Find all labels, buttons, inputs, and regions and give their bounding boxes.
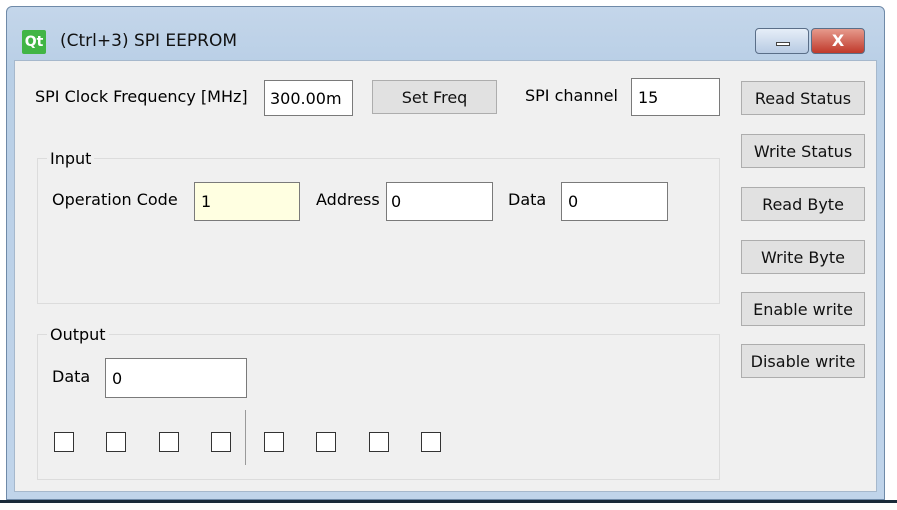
- address-label: Address: [316, 190, 380, 209]
- bit-checkbox-1[interactable]: [369, 432, 389, 452]
- bit-checkbox-0[interactable]: [421, 432, 441, 452]
- input-data-input[interactable]: 0: [561, 182, 668, 221]
- output-group: [37, 334, 720, 480]
- enable-write-button[interactable]: Enable write: [741, 292, 865, 326]
- minimize-button[interactable]: [755, 28, 809, 54]
- qt-logo-icon: Qt: [22, 30, 46, 54]
- close-button[interactable]: X: [811, 28, 865, 54]
- input-group: [37, 158, 720, 304]
- bit-checkbox-4[interactable]: [211, 432, 231, 452]
- spi-channel-label: SPI channel: [525, 86, 618, 105]
- input-group-title: Input: [47, 149, 95, 168]
- bit-checkbox-3[interactable]: [264, 432, 284, 452]
- output-group-title: Output: [47, 325, 109, 344]
- output-data-label: Data: [52, 367, 91, 386]
- read-status-button[interactable]: Read Status: [741, 81, 865, 115]
- nibble-separator: [245, 410, 246, 465]
- write-byte-button[interactable]: Write Byte: [741, 240, 865, 274]
- window-title: (Ctrl+3) SPI EEPROM: [60, 31, 238, 51]
- minimize-icon: [776, 42, 790, 46]
- read-byte-button[interactable]: Read Byte: [741, 187, 865, 221]
- disable-write-button[interactable]: Disable write: [741, 344, 865, 378]
- write-status-button[interactable]: Write Status: [741, 134, 865, 168]
- bit-checkbox-5[interactable]: [159, 432, 179, 452]
- bit-checkbox-6[interactable]: [106, 432, 126, 452]
- operation-code-label: Operation Code: [52, 190, 178, 209]
- bit-checkbox-7[interactable]: [54, 432, 74, 452]
- divider: [0, 500, 897, 503]
- operation-code-input[interactable]: 1: [194, 182, 300, 221]
- spi-clock-label: SPI Clock Frequency [MHz]: [35, 87, 248, 106]
- output-data-input[interactable]: 0: [105, 358, 247, 398]
- spi-channel-input[interactable]: 15: [631, 78, 720, 116]
- input-data-label: Data: [508, 190, 547, 209]
- set-freq-button[interactable]: Set Freq: [372, 80, 497, 114]
- address-input[interactable]: 0: [386, 182, 493, 221]
- bit-checkbox-2[interactable]: [316, 432, 336, 452]
- spi-clock-input[interactable]: 300.00m: [264, 80, 353, 116]
